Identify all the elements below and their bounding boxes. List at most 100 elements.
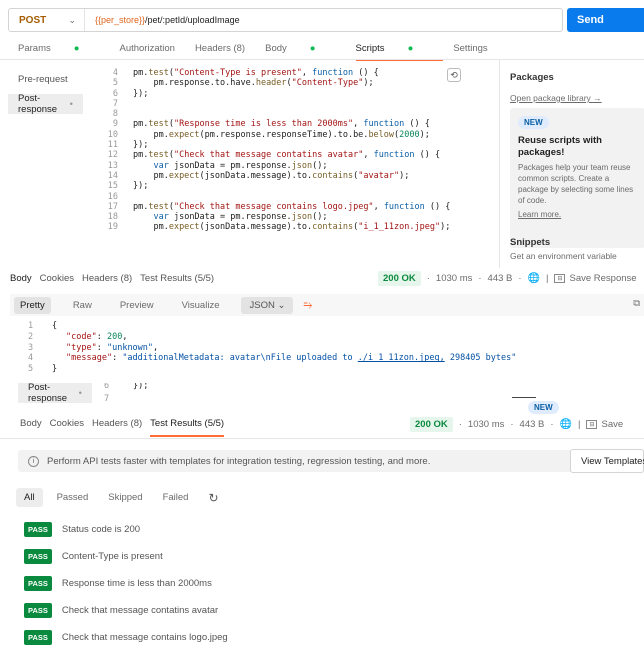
tab-settings[interactable]: Settings xyxy=(453,43,487,54)
line-number: 17 xyxy=(107,201,118,212)
snippets-title: Snippets xyxy=(510,237,551,248)
test-result-row[interactable]: PASS Check that message contains logo.jpe… xyxy=(24,630,228,645)
banner-text: Perform API tests faster with templates … xyxy=(47,455,431,467)
new-badge: NEW xyxy=(518,116,549,129)
format-visualize[interactable]: Visualize xyxy=(176,297,226,314)
line-number: 5 xyxy=(112,78,118,89)
tab-test-results-label: Test Results (5/5) xyxy=(150,418,225,429)
dot-icon: ● xyxy=(73,43,80,54)
code-line: pm.expect(pm.response.responseTime).to.b… xyxy=(133,129,430,140)
wrap-lines-icon[interactable]: ⥱ xyxy=(303,299,312,312)
json-colon: : xyxy=(112,353,123,364)
code-line: }); xyxy=(133,181,149,192)
filter-failed[interactable]: Failed xyxy=(163,492,189,503)
sidebar-item-pre-request[interactable]: Pre-request xyxy=(8,69,78,89)
line-number: 19 xyxy=(107,222,118,233)
url-bar[interactable]: POST ⌄ {{per_store}}/pet/:petId/uploadIm… xyxy=(8,8,563,32)
overlap-strip: Post-response • 6 }); 7 xyxy=(0,383,499,407)
tab-headers[interactable]: Headers (8) xyxy=(92,418,142,429)
tab-body[interactable]: Body xyxy=(20,418,42,429)
json-value: 298405 bytes" xyxy=(444,353,517,364)
line-number: 5 xyxy=(28,364,34,375)
separator: · xyxy=(426,273,430,284)
response-time: 1030 ms xyxy=(467,419,505,430)
separator: | xyxy=(545,273,549,284)
url-path: /pet/:petId/uploadImage xyxy=(145,15,240,25)
response-tabs: Body Cookies Headers (8) Test Results (5… xyxy=(20,418,240,437)
json-key: "type" xyxy=(66,342,97,353)
tab-headers[interactable]: Headers (8) xyxy=(195,43,245,54)
tab-test-results[interactable]: Test Results (5/5) xyxy=(150,418,232,437)
packages-panel: Packages Open package library → NEW Reus… xyxy=(499,60,644,268)
line-number: 12 xyxy=(107,150,118,161)
code-line: pm.test("Check that message contains log… xyxy=(133,201,451,212)
copy-icon[interactable]: ⧉ xyxy=(633,298,640,309)
test-result-row[interactable]: PASS Check that message contatins avatar xyxy=(24,603,218,618)
response-size: 443 B xyxy=(487,273,513,284)
tab-body[interactable]: Body ● xyxy=(265,43,335,54)
learn-more-link[interactable]: Learn more. xyxy=(518,210,637,219)
line-number: 4 xyxy=(28,353,34,364)
open-package-library-link[interactable]: Open package library → xyxy=(510,93,644,103)
test-result-row[interactable]: PASS Response time is less than 2000ms xyxy=(24,576,212,591)
tab-body[interactable]: Body xyxy=(10,273,32,284)
filter-passed[interactable]: Passed xyxy=(57,492,89,503)
json-colon: : xyxy=(96,331,107,342)
json-line: "code": 200, xyxy=(66,332,127,342)
separator: · xyxy=(478,273,482,284)
tab-headers[interactable]: Headers (8) xyxy=(82,273,132,284)
format-raw[interactable]: Raw xyxy=(67,297,98,314)
format-preview[interactable]: Preview xyxy=(114,297,160,314)
script-editor[interactable]: pm.test("Content-Type is present", funct… xyxy=(133,68,450,233)
response-status-bar: 200 OK · 1030 ms · 443 B · 🌐 | ⊟ Save xyxy=(410,417,623,432)
test-result-row[interactable]: PASS Status code is 200 xyxy=(24,522,140,537)
status-badge: 200 OK xyxy=(378,271,421,286)
file-link[interactable]: ./i_1_11zon.jpeg, xyxy=(358,353,445,363)
dot-icon: ● xyxy=(309,43,316,54)
send-button[interactable]: Send xyxy=(567,8,644,32)
tab-authorization[interactable]: Authorization xyxy=(119,43,174,54)
test-result-row[interactable]: PASS Content-Type is present xyxy=(24,549,163,564)
line-number: 7 xyxy=(104,394,110,404)
tab-params[interactable]: Params ● xyxy=(18,43,99,54)
save-response-button[interactable]: Save Response xyxy=(569,273,636,284)
globe-icon[interactable]: 🌐 xyxy=(528,273,540,284)
pass-badge: PASS xyxy=(24,603,52,618)
refresh-icon[interactable]: ↻ xyxy=(208,491,218,505)
tab-cookies[interactable]: Cookies xyxy=(50,418,84,429)
method-select[interactable]: POST ⌄ xyxy=(9,9,85,31)
filter-skipped[interactable]: Skipped xyxy=(108,492,142,503)
snippet-item[interactable]: Get an environment variable xyxy=(510,251,617,261)
line-number: 1 xyxy=(28,321,34,331)
dot-icon: ● xyxy=(407,43,414,54)
line-number: 3 xyxy=(28,342,34,353)
sidebar-item-post-response[interactable]: Post-response • xyxy=(8,93,83,115)
url-input[interactable]: {{per_store}}/pet/:petId/uploadImage xyxy=(85,15,240,25)
test-name: Check that message contains logo.jpeg xyxy=(61,632,228,643)
send-label: Send xyxy=(577,14,604,26)
line-number: 2 xyxy=(28,331,34,342)
view-templates-button[interactable]: View Templates xyxy=(570,449,644,473)
save-response-button[interactable]: Save xyxy=(601,419,623,430)
line-number: 10 xyxy=(107,129,118,140)
line-number: 6 xyxy=(112,88,118,99)
json-comma: , xyxy=(153,342,159,353)
line-number: 8 xyxy=(112,109,118,120)
separator: · xyxy=(550,419,554,430)
line-numbers: 4 5 6 7 8 9 10 11 12 13 14 15 16 17 18 19 xyxy=(90,68,118,233)
dot-icon: • xyxy=(78,387,82,399)
tab-test-results[interactable]: Test Results (5/5) xyxy=(140,273,214,284)
tab-cookies[interactable]: Cookies xyxy=(40,273,74,284)
globe-icon[interactable]: 🌐 xyxy=(560,419,572,430)
divider xyxy=(0,438,644,439)
restore-icon[interactable]: ⟲ xyxy=(447,68,461,82)
tab-scripts-label: Scripts xyxy=(355,43,385,54)
filter-all[interactable]: All xyxy=(16,488,43,507)
format-pretty[interactable]: Pretty xyxy=(14,296,51,314)
line-number: 4 xyxy=(112,68,118,78)
language-select[interactable]: JSON ⌄ xyxy=(241,296,294,314)
sidebar-item-post-response[interactable]: Post-response • xyxy=(18,383,92,404)
separator: · xyxy=(510,419,514,430)
tab-scripts[interactable]: Scripts ● xyxy=(355,43,444,61)
code-line: var jsonData = pm.response.json(); xyxy=(153,160,328,171)
